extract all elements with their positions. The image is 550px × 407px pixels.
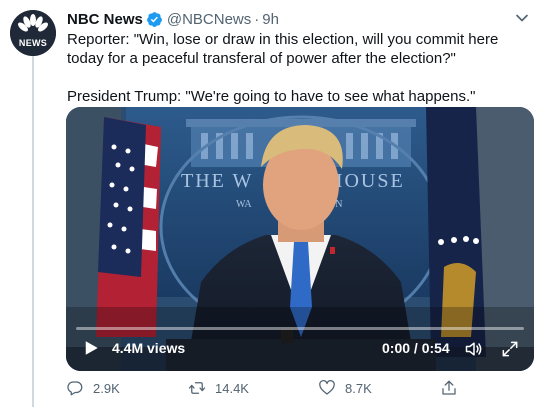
verified-badge-icon xyxy=(146,11,162,27)
share-icon xyxy=(442,380,456,395)
volume-icon[interactable] xyxy=(464,339,484,359)
video-scrubber[interactable] xyxy=(76,327,524,330)
retweet-button[interactable]: 14.4K xyxy=(188,379,249,397)
tweet-text-president: President Trump: "We're going to have to… xyxy=(67,88,476,105)
avatar-logo-text: NEWS xyxy=(18,38,48,48)
handle[interactable]: @NBCNews xyxy=(167,11,251,28)
reply-icon xyxy=(67,381,83,396)
like-count: 8.7K xyxy=(345,380,372,396)
us-flag xyxy=(96,117,161,337)
retweet-count: 14.4K xyxy=(215,380,249,396)
reply-count: 2.9K xyxy=(93,380,120,396)
tweet-text: Reporter: "Win, lose or draw in this ele… xyxy=(67,30,535,106)
tweet-header: NBC News @NBCNews · 9h xyxy=(67,9,279,29)
reply-button[interactable]: 2.9K xyxy=(66,379,120,397)
view-count: 4.4M views xyxy=(112,340,186,356)
video-frame: THE W HOUSE WA ON xyxy=(66,107,534,371)
separator: · xyxy=(254,10,260,28)
tweet-actions: 2.9K 14.4K 8.7K xyxy=(66,379,466,399)
like-icon xyxy=(319,380,335,395)
timestamp[interactable]: 9h xyxy=(262,11,279,28)
fullscreen-icon[interactable] xyxy=(500,339,520,359)
backdrop-text-right: HOUSE xyxy=(328,170,405,192)
share-button[interactable] xyxy=(440,379,467,397)
avatar[interactable]: NEWS xyxy=(10,10,56,56)
backdrop-text-small-left: WA xyxy=(236,199,252,210)
video-timecode: 0:00 / 0:54 xyxy=(382,340,450,356)
like-button[interactable]: 8.7K xyxy=(318,379,372,397)
backdrop-text-left: THE W xyxy=(181,170,253,192)
thread-line xyxy=(32,48,34,407)
tweet: NEWS NBC News @NBCNews · 9h Reporter: "W… xyxy=(0,0,550,407)
video-player[interactable]: THE W HOUSE WA ON xyxy=(66,107,534,371)
chevron-down-icon[interactable] xyxy=(512,8,532,28)
nbc-peacock-icon xyxy=(10,10,56,56)
play-icon[interactable] xyxy=(82,339,100,357)
retweet-icon xyxy=(188,382,206,394)
display-name[interactable]: NBC News xyxy=(67,11,143,28)
tweet-text-reporter: Reporter: "Win, lose or draw in this ele… xyxy=(67,31,499,67)
